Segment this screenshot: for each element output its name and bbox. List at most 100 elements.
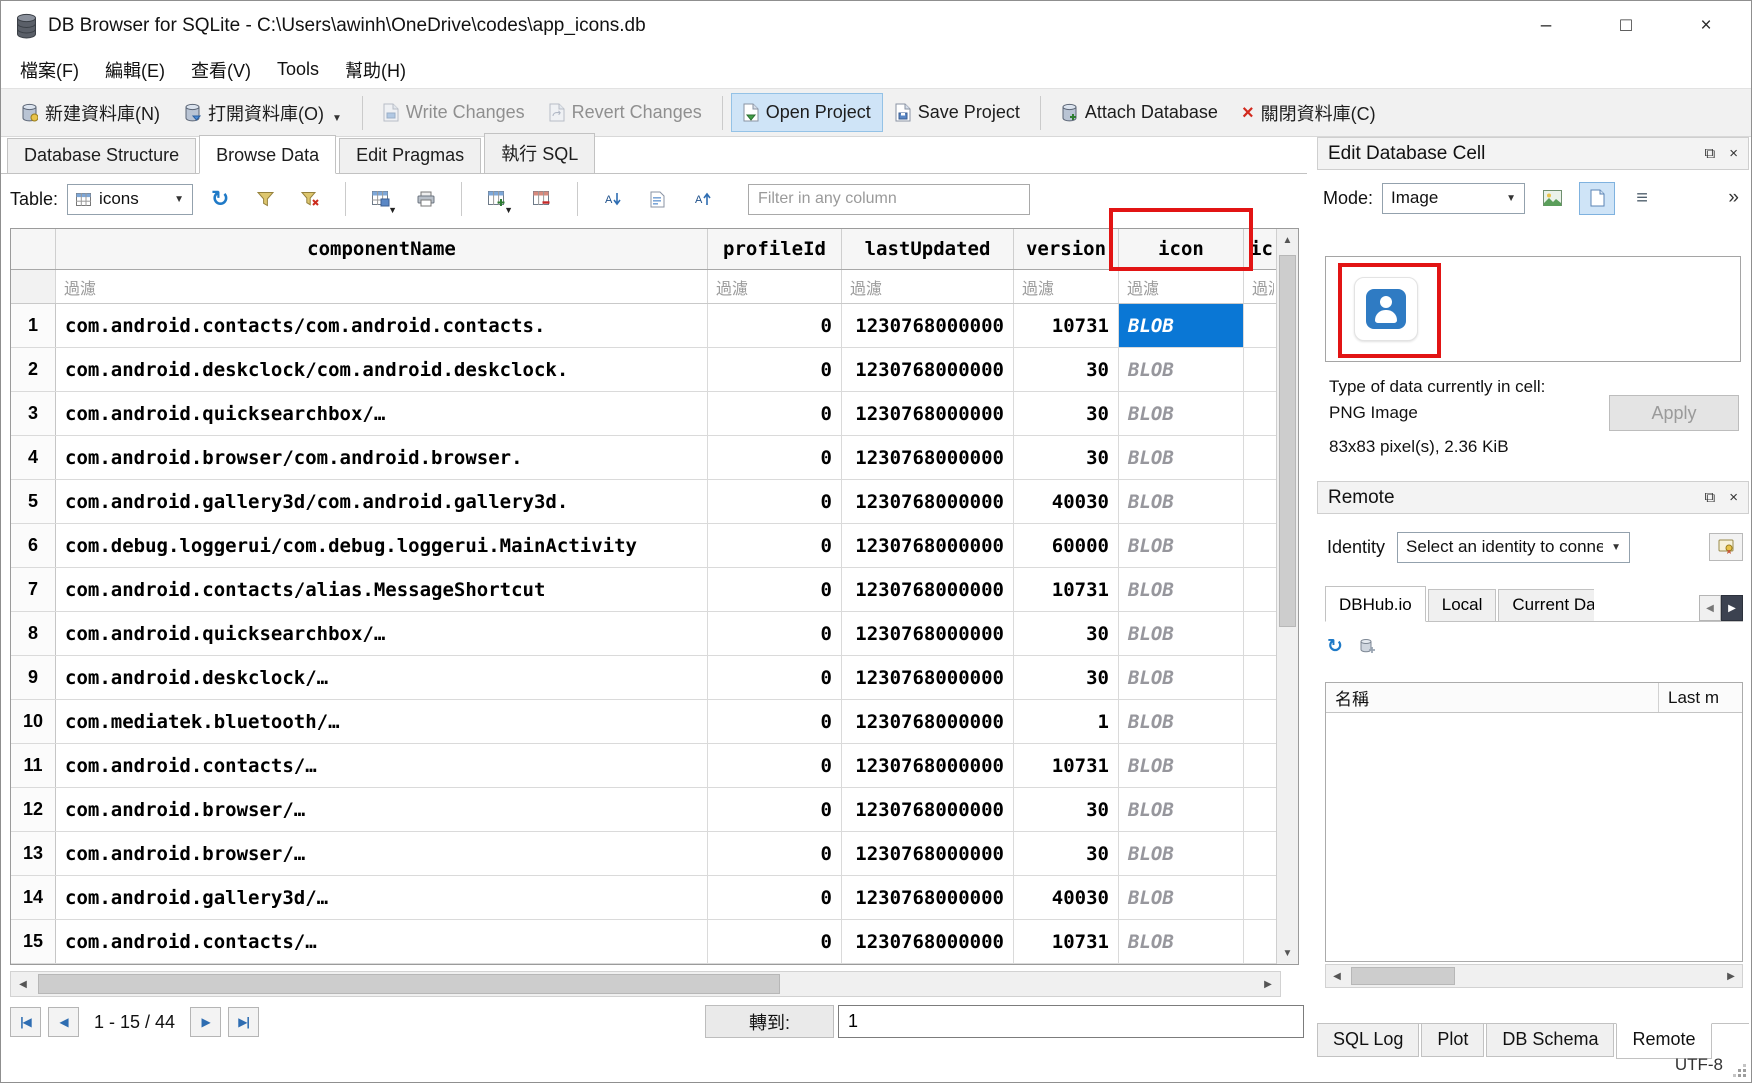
cell-profileid[interactable]: 0: [708, 744, 842, 787]
menu-tools[interactable]: Tools: [264, 53, 332, 86]
cell-profileid[interactable]: 0: [708, 348, 842, 391]
delete-record-button[interactable]: [524, 182, 560, 216]
row-number[interactable]: 6: [11, 524, 56, 567]
preview-image[interactable]: [1354, 277, 1418, 341]
filter-any-column-input[interactable]: [748, 184, 1030, 215]
cell-version[interactable]: 30: [1014, 436, 1119, 479]
cell-lastupdated[interactable]: 1230768000000: [842, 436, 1014, 479]
filter-input-version[interactable]: 過濾: [1014, 270, 1119, 303]
cell-lastupdated[interactable]: 1230768000000: [842, 788, 1014, 831]
cell-icon-blob[interactable]: BLOB: [1119, 700, 1244, 743]
cell-version[interactable]: 40030: [1014, 480, 1119, 523]
table-select[interactable]: icons ▼: [67, 184, 193, 215]
cell-icon-blob[interactable]: BLOB: [1119, 436, 1244, 479]
cell-icon-blob[interactable]: BLOB: [1119, 348, 1244, 391]
cell-icon-blob[interactable]: BLOB: [1119, 392, 1244, 435]
cell-lastupdated[interactable]: 1230768000000: [842, 480, 1014, 523]
write-changes-button[interactable]: Write Changes: [371, 93, 537, 132]
refresh-button[interactable]: ↻: [202, 182, 238, 216]
horizontal-scrollbar-thumb[interactable]: [38, 974, 780, 994]
cell-version[interactable]: 60000: [1014, 524, 1119, 567]
cell-profileid[interactable]: 0: [708, 656, 842, 699]
filter-input-profileid[interactable]: 過濾: [708, 270, 842, 303]
remote-tab-current-database[interactable]: Current Dat: [1498, 589, 1594, 621]
cell-icon-blob[interactable]: BLOB: [1119, 920, 1244, 963]
text-view-button[interactable]: [1579, 182, 1615, 215]
save-results-button[interactable]: ▼: [363, 182, 399, 216]
cell-componentname[interactable]: com.android.contacts/com.android.contact…: [56, 304, 708, 347]
menu-view[interactable]: 查看(V): [178, 51, 264, 89]
cell-profileid[interactable]: 0: [708, 920, 842, 963]
cell-componentname[interactable]: com.android.gallery3d/com.android.galler…: [56, 480, 708, 523]
clone-database-icon[interactable]: [1359, 638, 1377, 655]
tab-browse-data[interactable]: Browse Data: [199, 135, 336, 174]
cell-icon-blob[interactable]: BLOB: [1119, 832, 1244, 875]
cell-version[interactable]: 30: [1014, 788, 1119, 831]
cell-componentname[interactable]: com.debug.loggerui/com.debug.loggerui.Ma…: [56, 524, 708, 567]
cell-profileid[interactable]: 0: [708, 700, 842, 743]
cell-profileid[interactable]: 0: [708, 788, 842, 831]
row-number[interactable]: 5: [11, 480, 56, 523]
filter-input-lastupdated[interactable]: 過濾: [842, 270, 1014, 303]
identity-select[interactable]: Select an identity to conne ▼: [1397, 532, 1630, 563]
cell-profileid[interactable]: 0: [708, 568, 842, 611]
menu-edit[interactable]: 編輯(E): [92, 51, 178, 89]
import-data-button[interactable]: [1534, 182, 1570, 215]
cell-componentname[interactable]: com.android.browser/…: [56, 832, 708, 875]
next-record-button[interactable]: ▶: [190, 1007, 221, 1037]
resize-grip[interactable]: [1733, 1064, 1746, 1077]
cell-componentname[interactable]: com.android.browser/com.android.browser.: [56, 436, 708, 479]
cell-version[interactable]: 10731: [1014, 304, 1119, 347]
filter-button[interactable]: [247, 182, 283, 216]
row-number[interactable]: 10: [11, 700, 56, 743]
cell-version[interactable]: 30: [1014, 612, 1119, 655]
open-database-button[interactable]: 打開資料庫(O) ▼: [172, 91, 354, 135]
edit-record-button[interactable]: [640, 182, 676, 216]
cell-version[interactable]: 30: [1014, 656, 1119, 699]
open-database-dropdown-caret-icon[interactable]: ▼: [332, 113, 342, 126]
cell-componentname[interactable]: com.android.contacts/…: [56, 744, 708, 787]
tab-scroll-left-button[interactable]: ◀: [1699, 595, 1721, 621]
cell-icon-blob[interactable]: BLOB: [1119, 656, 1244, 699]
remote-scrollbar-thumb[interactable]: [1351, 967, 1455, 985]
maximize-button[interactable]: □: [1603, 8, 1649, 44]
word-wrap-button[interactable]: ≡: [1624, 182, 1660, 215]
close-panel-icon[interactable]: ×: [1729, 490, 1738, 505]
remote-column-name[interactable]: 名稱: [1326, 683, 1658, 712]
previous-record-button[interactable]: ◀: [48, 1007, 79, 1037]
row-number[interactable]: 9: [11, 656, 56, 699]
scroll-left-button[interactable]: ◀: [11, 972, 35, 996]
cell-profileid[interactable]: 0: [708, 304, 842, 347]
tab-scroll-right-button[interactable]: ▶: [1721, 595, 1743, 621]
cell-lastupdated[interactable]: 1230768000000: [842, 392, 1014, 435]
goto-button[interactable]: 轉到:: [705, 1005, 834, 1038]
cell-icon-blob[interactable]: BLOB: [1119, 876, 1244, 919]
cell-lastupdated[interactable]: 1230768000000: [842, 744, 1014, 787]
cell-profileid[interactable]: 0: [708, 612, 842, 655]
sort-asc-button[interactable]: A: [595, 182, 631, 216]
cell-icon-blob[interactable]: BLOB: [1119, 480, 1244, 523]
dock-tab-db-schema[interactable]: DB Schema: [1486, 1024, 1614, 1057]
mode-select[interactable]: Image ▼: [1382, 183, 1525, 214]
cell-lastupdated[interactable]: 1230768000000: [842, 348, 1014, 391]
tab-database-structure[interactable]: Database Structure: [7, 138, 196, 173]
dock-tab-sql-log[interactable]: SQL Log: [1317, 1024, 1419, 1057]
menu-file[interactable]: 檔案(F): [7, 51, 92, 89]
minimize-button[interactable]: –: [1523, 8, 1569, 44]
row-number[interactable]: 4: [11, 436, 56, 479]
close-database-button[interactable]: × 關閉資料庫(C): [1230, 91, 1388, 135]
cell-componentname[interactable]: com.android.gallery3d/…: [56, 876, 708, 919]
cell-version[interactable]: 30: [1014, 392, 1119, 435]
cell-version[interactable]: 40030: [1014, 876, 1119, 919]
undock-panel-icon[interactable]: ⧉: [1705, 146, 1716, 161]
close-button[interactable]: ×: [1683, 8, 1729, 44]
scroll-right-button[interactable]: ▶: [1256, 972, 1280, 996]
dock-tab-plot[interactable]: Plot: [1421, 1024, 1484, 1057]
cell-version[interactable]: 10731: [1014, 920, 1119, 963]
row-number[interactable]: 12: [11, 788, 56, 831]
import-certificate-button[interactable]: [1709, 533, 1743, 561]
cell-lastupdated[interactable]: 1230768000000: [842, 612, 1014, 655]
column-header-componentname[interactable]: componentName: [56, 229, 708, 269]
clear-filter-button[interactable]: [292, 182, 328, 216]
scroll-down-button[interactable]: ▼: [1277, 942, 1298, 964]
